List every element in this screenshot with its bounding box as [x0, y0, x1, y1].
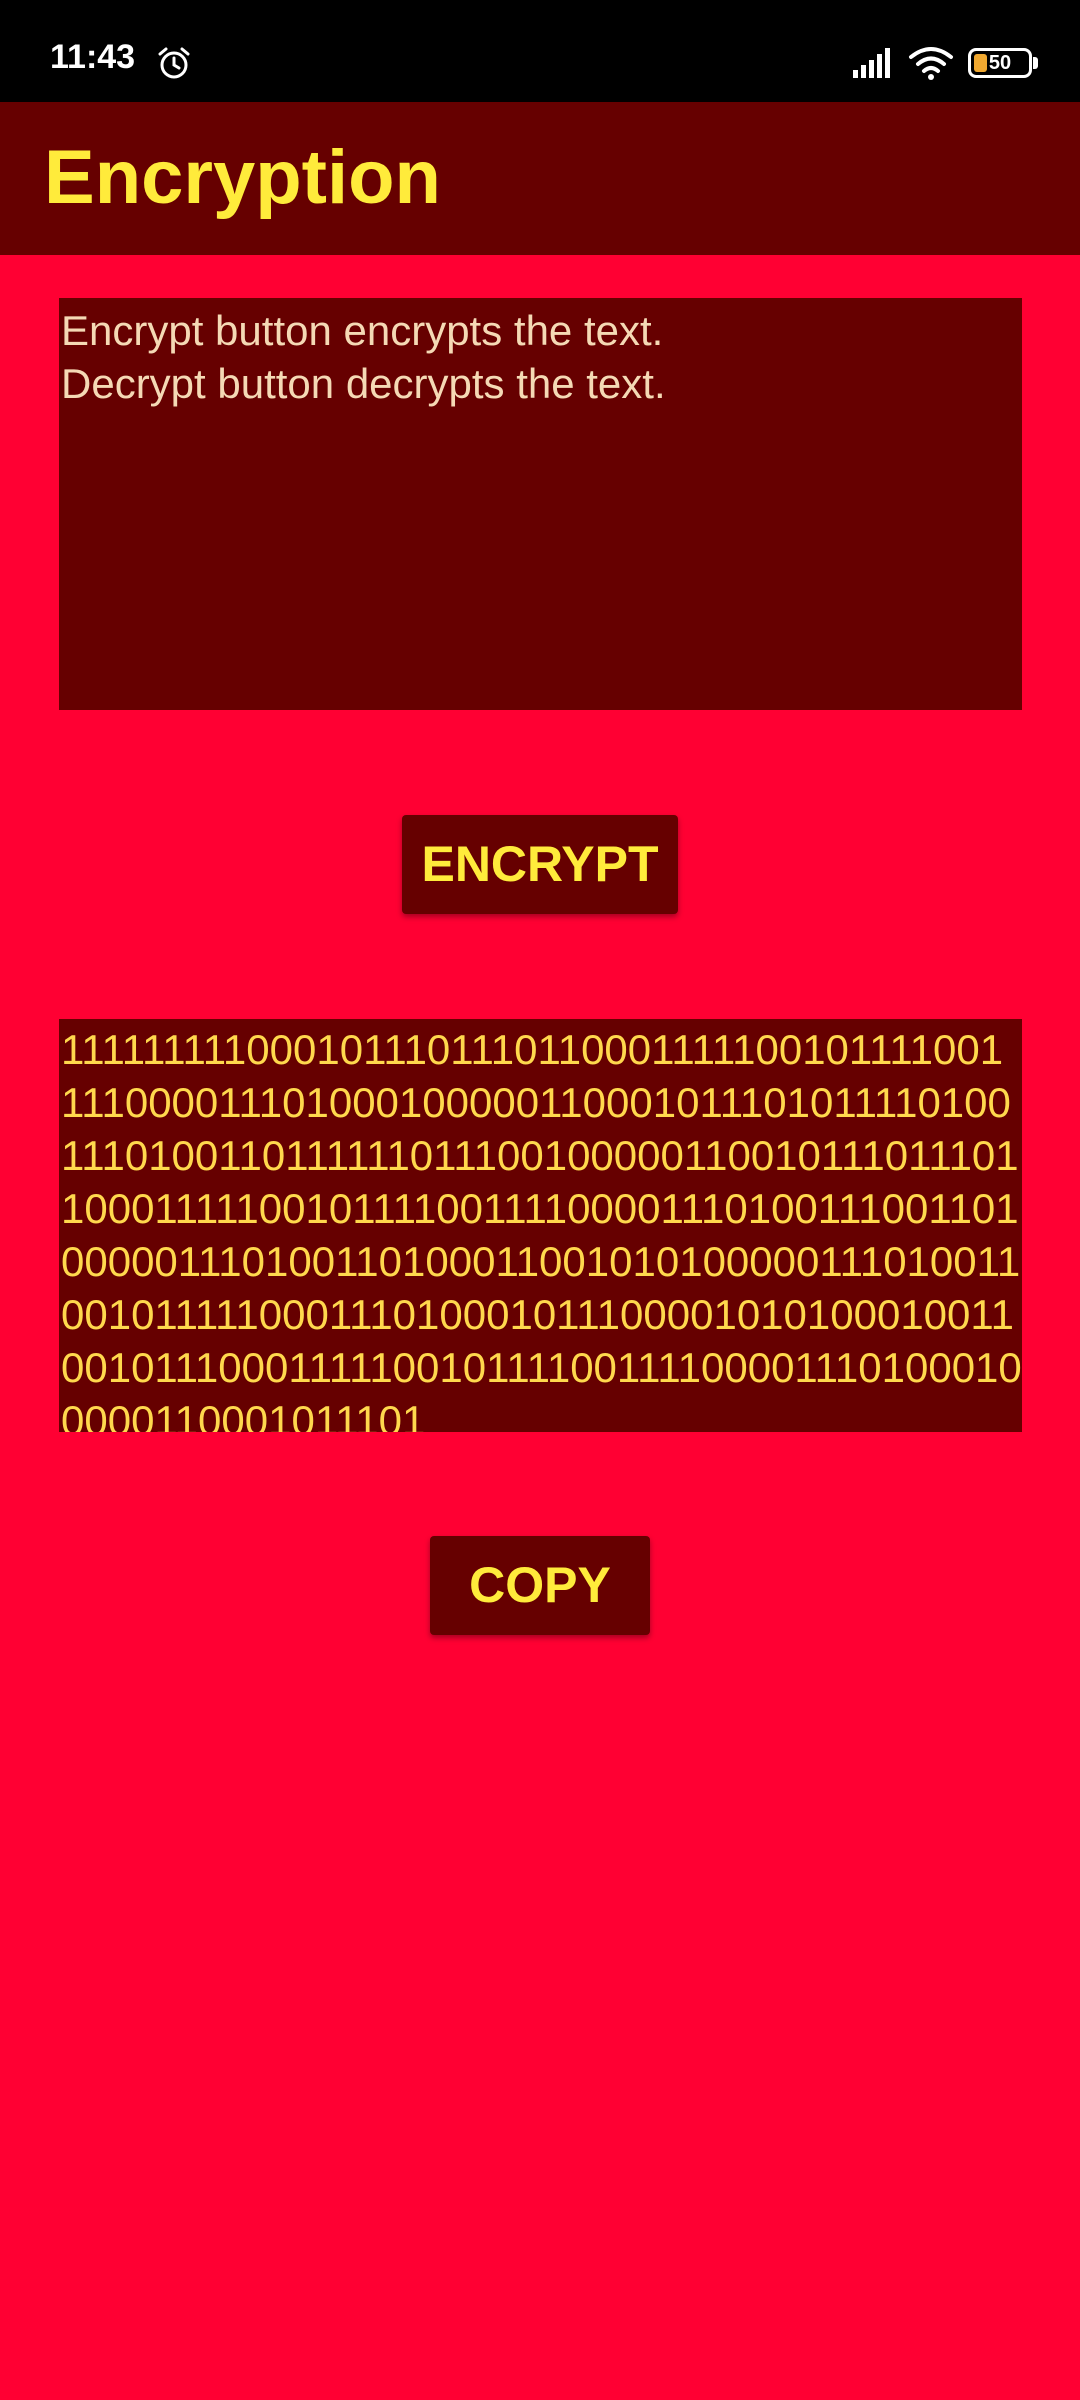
battery-tip: [1033, 57, 1038, 69]
status-bar: 11:43 50: [0, 0, 1080, 102]
battery-icon: 50: [968, 48, 1032, 78]
copy-button[interactable]: COPY: [430, 1536, 650, 1635]
input-text-field[interactable]: Encrypt button encrypts the text. Decryp…: [59, 298, 1022, 710]
battery-level: 50: [988, 52, 1012, 74]
app-title: Encryption: [44, 135, 441, 220]
output-text-field[interactable]: 1111111110001011101110110001111100101111…: [59, 1019, 1022, 1432]
status-time: 11:43: [50, 38, 136, 76]
wifi-icon: [909, 47, 953, 80]
signal-icon: [853, 48, 890, 78]
encrypt-button[interactable]: ENCRYPT: [402, 815, 678, 914]
alarm-icon: [158, 47, 190, 79]
app-bar: Encryption: [0, 102, 1080, 255]
